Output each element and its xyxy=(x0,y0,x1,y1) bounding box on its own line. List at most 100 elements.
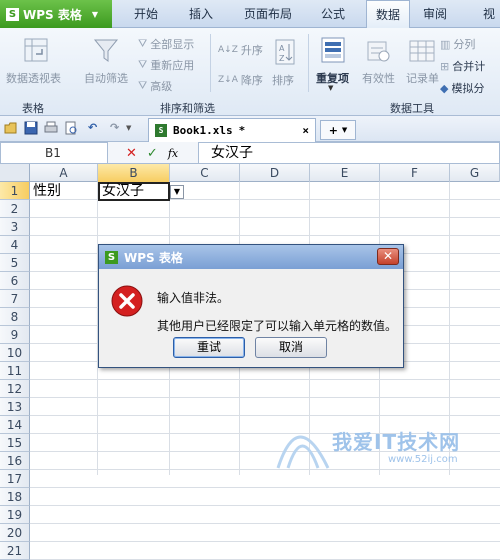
gridline-horizontal xyxy=(30,379,500,380)
select-all-corner[interactable] xyxy=(0,164,30,182)
watermark-url: www.52ij.com xyxy=(388,454,458,465)
funnel-icon: ⛛ xyxy=(138,58,148,71)
column-header-f[interactable]: F xyxy=(380,164,450,182)
column-header-a[interactable]: A xyxy=(30,164,98,182)
document-filename: Book1.xls xyxy=(173,124,233,137)
row-header-4[interactable]: 4 xyxy=(0,236,30,254)
chevron-down-icon[interactable]: ▼ xyxy=(126,124,131,132)
row-header-18[interactable]: 18 xyxy=(0,488,30,506)
tab-data[interactable]: 数据 xyxy=(366,0,410,29)
app-menu-button[interactable]: S WPS 表格 ▼ xyxy=(0,0,112,28)
spreadsheet-file-icon: S xyxy=(155,124,167,137)
row-header-19[interactable]: 19 xyxy=(0,506,30,524)
merge-calc-label: 合并计 xyxy=(452,60,486,73)
record-form-label[interactable]: 记录单 xyxy=(406,70,439,86)
split-columns-button[interactable]: ▥ 分列 xyxy=(440,36,475,52)
redo-icon[interactable]: ↷ xyxy=(110,121,124,135)
gridline-horizontal xyxy=(30,505,500,506)
column-header-d[interactable]: D xyxy=(240,164,310,182)
print-icon[interactable] xyxy=(44,121,58,135)
pivot-table-button-icon[interactable] xyxy=(22,36,50,64)
sort-label[interactable]: 排序 xyxy=(272,72,294,88)
validity-label[interactable]: 有效性 xyxy=(362,70,395,86)
gridline-horizontal xyxy=(30,523,500,524)
ribbon-separator xyxy=(210,34,211,92)
sort-ascending-button[interactable]: A↓Z 升序 xyxy=(218,42,263,58)
tab-page-layout[interactable]: 页面布局 xyxy=(238,0,298,28)
insert-function-icon[interactable]: fx xyxy=(168,147,178,160)
duplicates-icon[interactable] xyxy=(320,36,346,64)
undo-icon[interactable]: ↶ xyxy=(88,121,102,135)
row-header-9[interactable]: 9 xyxy=(0,326,30,344)
chevron-down-icon[interactable]: ▼ xyxy=(328,84,333,92)
advanced-filter-button[interactable]: ⛛ 高级 xyxy=(138,78,172,94)
app-menu-label: WPS 表格 xyxy=(23,7,82,22)
simulate-analysis-button[interactable]: ◆ 模拟分 xyxy=(440,80,484,96)
tab-home[interactable]: 开始 xyxy=(126,0,166,28)
new-tab-button[interactable]: + ▼ xyxy=(320,120,356,140)
reapply-button[interactable]: ⛛ 重新应用 xyxy=(138,57,194,73)
tab-insert[interactable]: 插入 xyxy=(186,0,216,28)
group-label-sort-filter: 排序和筛选 xyxy=(160,102,215,115)
row-header-15[interactable]: 15 xyxy=(0,434,30,452)
gridline-horizontal xyxy=(30,487,500,488)
sort-descending-button[interactable]: Z↓A 降序 xyxy=(218,72,263,88)
row-header-5[interactable]: 5 xyxy=(0,254,30,272)
funnel-icon[interactable] xyxy=(92,36,120,64)
row-header-14[interactable]: 14 xyxy=(0,416,30,434)
show-all-button[interactable]: ⛛ 全部显示 xyxy=(138,36,194,52)
document-tab[interactable]: S Book1.xls * × xyxy=(148,118,316,142)
save-icon[interactable] xyxy=(24,121,38,135)
row-header-2[interactable]: 2 xyxy=(0,200,30,218)
error-message-line2: 其他用户已经限定了可以输入单元格的数值。 xyxy=(157,319,398,333)
cell-a1[interactable]: 性别 xyxy=(33,182,61,200)
row-header-13[interactable]: 13 xyxy=(0,398,30,416)
row-header-3[interactable]: 3 xyxy=(0,218,30,236)
cancel-button[interactable]: 取消 xyxy=(255,337,327,358)
sort-icon[interactable]: AZ xyxy=(274,38,296,66)
error-message-line1: 输入值非法。 xyxy=(157,291,230,305)
tab-formulas[interactable]: 公式 xyxy=(316,0,350,28)
sort-ascending-icon: A↓Z xyxy=(218,45,238,55)
pivot-table-label[interactable]: 数据透视表 xyxy=(6,70,61,86)
dialog-close-button[interactable]: ✕ xyxy=(377,248,399,265)
column-header-c[interactable]: C xyxy=(170,164,240,182)
formula-input[interactable]: 女汉子 xyxy=(198,142,500,164)
row-header-6[interactable]: 6 xyxy=(0,272,30,290)
row-header-7[interactable]: 7 xyxy=(0,290,30,308)
row-header-8[interactable]: 8 xyxy=(0,308,30,326)
record-form-icon[interactable] xyxy=(408,38,436,64)
validity-icon[interactable] xyxy=(366,38,390,64)
row-header-21[interactable]: 21 xyxy=(0,542,30,560)
row-header-11[interactable]: 11 xyxy=(0,362,30,380)
column-header-e[interactable]: E xyxy=(310,164,380,182)
dialog-title-bar[interactable]: S WPS 表格 xyxy=(99,245,403,269)
cancel-entry-icon[interactable]: ✕ xyxy=(126,146,137,161)
row-header-16[interactable]: 16 xyxy=(0,452,30,470)
gridline-horizontal xyxy=(30,541,500,542)
autofilter-label[interactable]: 自动筛选 xyxy=(84,70,128,86)
ribbon-separator xyxy=(308,34,309,92)
retry-button[interactable]: 重试 xyxy=(173,337,245,358)
tab-review[interactable]: 审阅 xyxy=(418,0,452,28)
open-folder-icon[interactable] xyxy=(4,121,18,135)
row-header-12[interactable]: 12 xyxy=(0,380,30,398)
print-preview-icon[interactable] xyxy=(64,121,78,135)
row-header-17[interactable]: 17 xyxy=(0,470,30,488)
column-header-b[interactable]: B xyxy=(98,164,170,182)
merge-calc-button[interactable]: ⊞ 合并计 xyxy=(440,58,485,74)
close-tab-icon[interactable]: × xyxy=(302,124,309,137)
cell-b1[interactable]: 女汉子 xyxy=(102,182,144,200)
chevron-down-icon: ▼ xyxy=(91,9,99,19)
simulate-analysis-label: 模拟分 xyxy=(451,82,485,95)
error-dialog: S WPS 表格 ✕ 输入值非法。 其他用户已经限定了可以输入单元格的数值。 重… xyxy=(98,244,404,368)
row-header-10[interactable]: 10 xyxy=(0,344,30,362)
confirm-entry-icon[interactable]: ✓ xyxy=(147,146,158,161)
row-header-20[interactable]: 20 xyxy=(0,524,30,542)
row-header-1[interactable]: 1 xyxy=(0,182,30,200)
column-header-g[interactable]: G xyxy=(450,164,500,182)
tab-view[interactable]: 视 xyxy=(478,0,500,28)
dropdown-arrow-icon[interactable]: ▼ xyxy=(170,185,184,199)
dialog-title: WPS 表格 xyxy=(124,250,183,265)
name-box[interactable]: B1 xyxy=(0,142,108,164)
